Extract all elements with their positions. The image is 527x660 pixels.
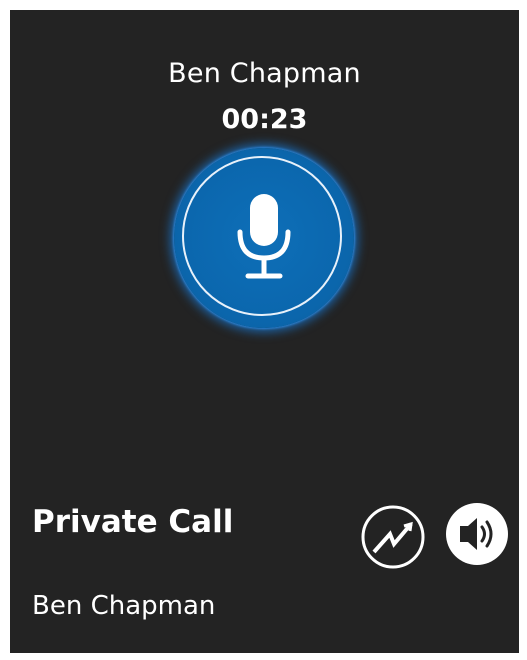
call-timer: 00:23 xyxy=(221,104,308,135)
speaker-icon[interactable] xyxy=(444,501,510,567)
microphone-icon xyxy=(237,194,291,279)
call-type-label: Private Call xyxy=(32,504,234,540)
push-to-talk-button[interactable] xyxy=(174,148,354,328)
party-name: Ben Chapman xyxy=(32,591,216,621)
emergency-pulse-icon[interactable] xyxy=(360,504,426,570)
call-screen: Ben Chapman 00:23 Private Call Ben Chapm… xyxy=(10,10,519,653)
caller-name: Ben Chapman xyxy=(168,58,361,89)
